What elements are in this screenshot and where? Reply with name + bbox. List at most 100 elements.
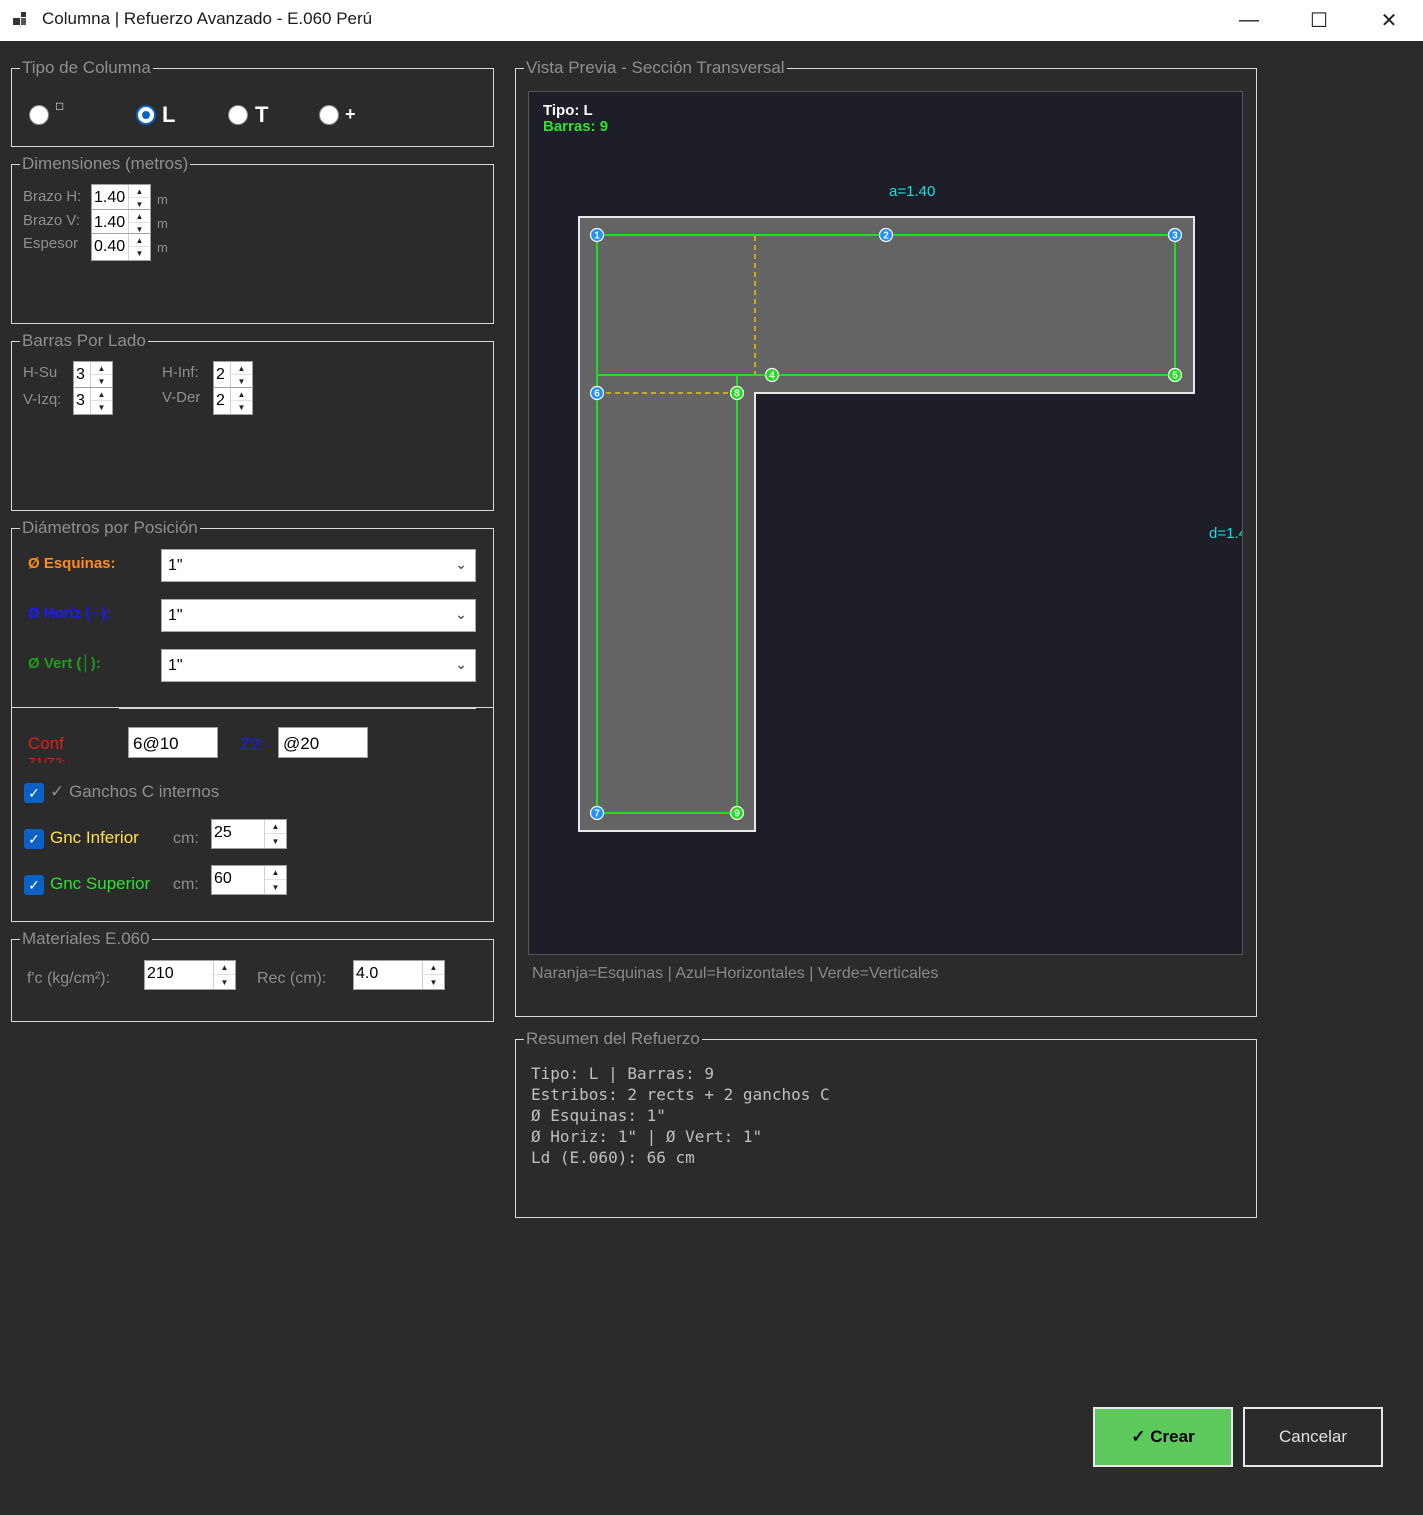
rebar-label: 2 — [883, 231, 889, 242]
preview-tipo-text: Tipo: L — [543, 102, 593, 119]
preview-group: Vista Previa - Sección Transversal 1 2 3 4 5… — [515, 58, 1257, 1017]
gnc-superior-spinner[interactable]: 60 ▲ ▼ — [211, 865, 287, 895]
fc-down-icon[interactable]: ▼ — [214, 975, 235, 989]
cancelar-label: Cancelar — [1278, 1427, 1348, 1446]
preview-barras-text: Barras: 9 — [543, 118, 609, 135]
gnc-superior-label: Gnc Superior — [50, 874, 151, 893]
gnc-superior-up-icon[interactable]: ▲ — [265, 866, 286, 880]
radio-t[interactable] — [228, 105, 248, 125]
conf-value: 6@10 — [133, 734, 179, 753]
gnc-inferior-spinner[interactable]: 25 ▲ ▼ — [211, 819, 287, 849]
espesor-unit: m — [157, 240, 168, 255]
espesor-down-icon[interactable]: ▼ — [129, 247, 150, 260]
rebar-label: 3 — [1172, 231, 1178, 242]
h-su-spinner[interactable]: 3 ▲ ▼ — [73, 361, 113, 389]
gnc-inferior-checkbox[interactable]: ✓ — [24, 829, 44, 849]
vert-combo[interactable]: 1" ⌄ — [161, 649, 476, 682]
brazo-v-value: 1.40 — [94, 214, 126, 231]
preview-legend: Vista Previa - Sección Transversal — [524, 58, 787, 78]
fc-label: f'c (kg/cm²): — [27, 970, 111, 987]
fc-up-icon[interactable]: ▲ — [214, 961, 235, 975]
rec-spinner[interactable]: 4.0 ▲ ▼ — [353, 960, 445, 990]
rebar-4: 4 — [764, 367, 780, 383]
h-su-value: 3 — [76, 366, 85, 383]
brazo-v-label: Brazo V: — [23, 212, 80, 229]
radio-cross[interactable] — [319, 105, 339, 125]
esquinas-label: Ø Esquinas: — [28, 555, 116, 572]
brazo-v-up-icon[interactable]: ▲ — [129, 210, 150, 223]
dimension-a-label: a=1.40 — [889, 183, 936, 200]
rec-down-icon[interactable]: ▼ — [423, 975, 444, 989]
gnc-superior-down-icon[interactable]: ▼ — [265, 880, 286, 894]
v-der-down-icon[interactable]: ▼ — [231, 401, 252, 414]
espesor-value: 0.40 — [94, 238, 126, 255]
z2-input[interactable]: @20 — [278, 727, 368, 758]
crear-button[interactable]: ✓ Crear — [1093, 1407, 1233, 1467]
espesor-spinner[interactable]: 0.40 ▲ ▼ — [91, 233, 151, 261]
conf-input[interactable]: 6@10 — [128, 727, 218, 758]
close-icon: ✕ — [1380, 10, 1398, 32]
v-der-value: 2 — [216, 392, 225, 409]
horiz-combo[interactable]: 1" ⌄ — [161, 599, 476, 632]
minimize-button[interactable]: — — [1214, 0, 1284, 41]
rec-up-icon[interactable]: ▲ — [423, 961, 444, 975]
resumen-line: Tipo: L | Barras: 9 — [531, 1064, 715, 1083]
h-inf-value: 2 — [216, 366, 225, 383]
brazo-h-label: Brazo H: — [23, 188, 82, 205]
divider — [119, 707, 476, 709]
h-inf-spinner[interactable]: 2 ▲ ▼ — [213, 361, 253, 389]
v-der-spinner[interactable]: 2 ▲ ▼ — [213, 387, 253, 415]
crear-label: ✓ Crear — [1131, 1427, 1195, 1446]
radio-cross-label: + — [345, 104, 356, 124]
brazo-h-up-icon[interactable]: ▲ — [129, 185, 150, 198]
ganchos-c-checkbox[interactable]: ✓ — [24, 783, 44, 803]
brazo-h-unit: m — [157, 192, 168, 207]
rebar-7: 7 — [589, 805, 605, 821]
espesor-up-icon[interactable]: ▲ — [129, 234, 150, 247]
radio-rect-label: □ — [56, 99, 64, 113]
v-der-label: V-Der — [162, 389, 201, 406]
preview-canvas: 1 2 3 4 5 6 7 8 9 Tipo: L Barras: 9 a=1.40 d=1.4 — [528, 91, 1243, 955]
ganchos-c-label: ✓ Ganchos C internos — [50, 782, 220, 801]
cancelar-button[interactable]: Cancelar — [1243, 1407, 1383, 1467]
resumen-line: Ø Esquinas: 1" — [531, 1106, 666, 1125]
radio-rect[interactable] — [29, 105, 49, 125]
dimension-d-label: d=1.4 — [1209, 525, 1242, 542]
brazo-h-spinner[interactable]: 1.40 ▲ ▼ — [91, 184, 151, 212]
dimensiones-legend: Dimensiones (metros) — [20, 154, 191, 174]
rebar-label: 9 — [734, 809, 740, 820]
maximize-icon: ☐ — [1310, 10, 1328, 32]
radio-l[interactable] — [136, 105, 156, 125]
h-inf-up-icon[interactable]: ▲ — [231, 362, 252, 375]
materiales-group: Materiales E.060 f'c (kg/cm²): 210 ▲ ▼ Re… — [11, 929, 494, 1022]
title-bar: Columna | Refuerzo Avanzado - E.060 Perú… — [0, 0, 1423, 41]
esquinas-value: 1" — [168, 557, 183, 574]
gnc-inferior-down-icon[interactable]: ▼ — [265, 834, 286, 848]
v-der-up-icon[interactable]: ▲ — [231, 388, 252, 401]
rebar-label: 8 — [734, 389, 740, 400]
tipo-legend: Tipo de Columna — [20, 58, 153, 78]
close-button[interactable]: ✕ — [1354, 0, 1423, 41]
esquinas-combo[interactable]: 1" ⌄ — [161, 549, 476, 582]
chevron-down-icon: ⌄ — [455, 556, 467, 572]
radio-l-label: L — [162, 102, 176, 127]
v-izq-up-icon[interactable]: ▲ — [91, 388, 112, 401]
v-izq-down-icon[interactable]: ▼ — [91, 401, 112, 414]
v-izq-spinner[interactable]: 3 ▲ ▼ — [73, 387, 113, 415]
maximize-button[interactable]: ☐ — [1284, 0, 1354, 41]
gnc-inferior-up-icon[interactable]: ▲ — [265, 820, 286, 834]
gnc-inferior-label: Gnc Inferior — [50, 828, 139, 847]
rebar-label: 4 — [769, 371, 775, 382]
gnc-superior-checkbox[interactable]: ✓ — [24, 875, 44, 895]
v-izq-label: V-Izq: — [23, 391, 62, 408]
section-drawing: 1 2 3 4 5 6 7 8 9 — [578, 216, 1195, 832]
gnc-inferior-cm-label: cm: — [173, 830, 199, 847]
barras-group: Barras Por Lado H-Su 3 ▲ ▼ V-Izq: 3 ▲ ▼ H-… — [11, 331, 494, 511]
gnc-inferior-value: 25 — [214, 824, 232, 841]
rebar-5: 5 — [1167, 367, 1183, 383]
h-su-up-icon[interactable]: ▲ — [91, 362, 112, 375]
fc-spinner[interactable]: 210 ▲ ▼ — [144, 960, 236, 990]
brazo-h-value: 1.40 — [94, 189, 126, 206]
resumen-line: Ld (E.060): 66 cm — [531, 1148, 695, 1167]
rebar-8: 8 — [729, 385, 745, 401]
